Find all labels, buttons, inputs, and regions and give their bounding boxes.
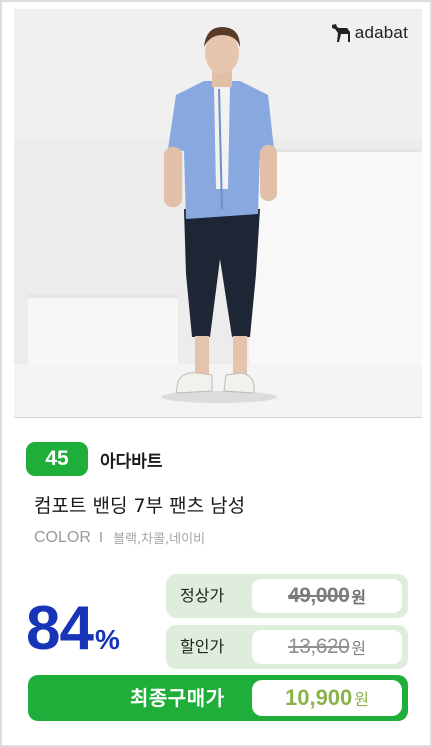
final-price-bar[interactable]: 최종구매가 10,900 원 — [28, 675, 408, 721]
color-label: COLOR — [34, 528, 91, 546]
product-photo[interactable]: adabat — [14, 9, 422, 417]
sale-price-box: 13,620 원 — [252, 630, 402, 664]
color-options: COLOR I 블랙,차콜,네이비 — [34, 528, 206, 548]
final-price-unit: 원 — [354, 690, 370, 709]
final-price-value: 10,900 — [284, 685, 353, 710]
final-price-label: 최종구매가 — [130, 686, 225, 710]
discount-rate: 84 % — [26, 598, 120, 660]
product-info: 45 아다바트 컴포트 밴딩 7부 팬츠 남성 COLOR I 블랙,차콜,네이… — [14, 417, 422, 736]
color-values: 블랙,차콜,네이비 — [113, 532, 206, 547]
sale-price-row: 할인가 13,620 원 — [166, 625, 408, 669]
final-price-box: 10,900 원 — [252, 680, 402, 716]
sale-price-unit: 원 — [351, 639, 366, 658]
model-illustration — [14, 9, 422, 417]
brand-logo: adabat — [330, 23, 408, 43]
sale-price-label: 할인가 — [180, 637, 225, 656]
rank-badge: 45 — [26, 442, 88, 476]
product-title[interactable]: 컴포트 밴딩 7부 팬츠 남성 — [34, 491, 245, 518]
discount-unit: % — [94, 624, 120, 655]
dog-icon — [331, 24, 350, 42]
sale-price-value: 13,620 — [288, 635, 350, 658]
product-card[interactable]: adabat 45 아다바트 컴포트 밴딩 7부 팬츠 남성 COLOR I 블… — [0, 0, 432, 747]
discount-value: 84 — [26, 594, 94, 663]
brand-name[interactable]: 아다바트 — [100, 447, 163, 472]
regular-price-unit: 원 — [351, 588, 366, 607]
regular-price-box: 49,000 원 — [252, 579, 402, 613]
regular-price-value: 49,000 — [288, 584, 350, 607]
regular-price-row: 정상가 49,000 원 — [166, 574, 408, 618]
brand-logo-text: adabat — [354, 23, 408, 42]
regular-price-label: 정상가 — [180, 586, 225, 605]
color-separator: I — [98, 529, 104, 546]
